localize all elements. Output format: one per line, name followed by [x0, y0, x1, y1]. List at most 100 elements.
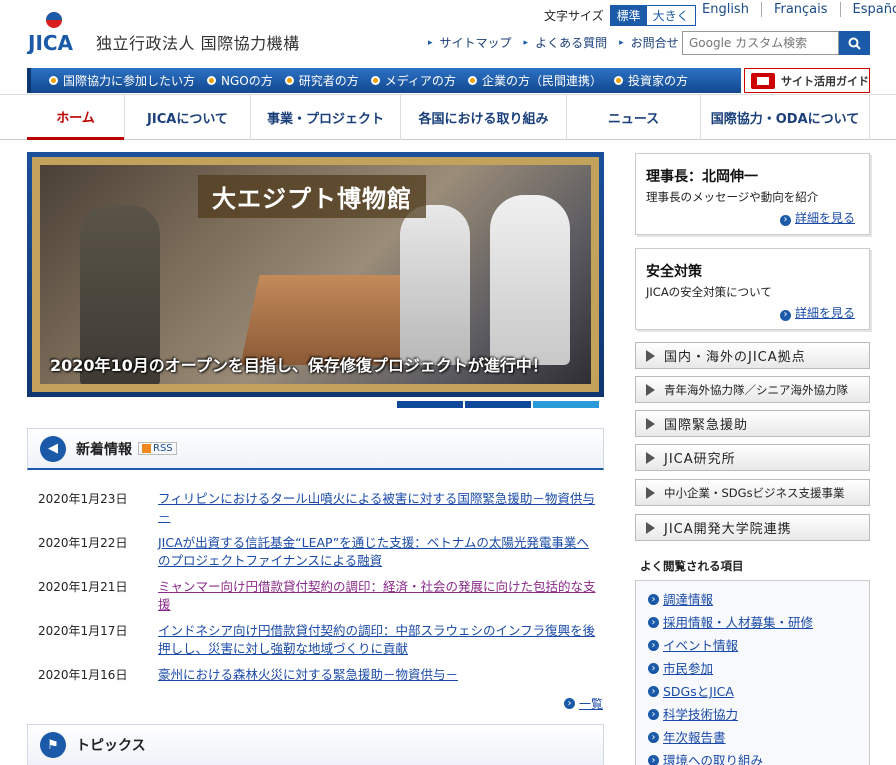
- president-box[interactable]: 理事長：北岡伸一 理事長のメッセージや動向を紹介 詳細を見る: [635, 153, 870, 235]
- language-links: English Français Español: [690, 2, 896, 17]
- hero-carousel[interactable]: 大エジプト博物館 2020年10月のオープンを目指し、保存修復プロジェクトが進行…: [27, 152, 604, 397]
- jica-logo[interactable]: JICA: [26, 10, 82, 55]
- safety-box[interactable]: 安全対策 JICAの安全対策について 詳細を見る: [635, 248, 870, 330]
- safety-detail-link[interactable]: 詳細を見る: [780, 304, 855, 321]
- hero-caption: 2020年10月のオープンを目指し、保存修復プロジェクトが進行中！: [50, 356, 548, 375]
- audience-item-business[interactable]: 企業の方（民間連携）: [467, 72, 602, 89]
- nav-oda[interactable]: 国際協力・ODAについて: [700, 95, 870, 140]
- audience-item-researcher[interactable]: 研究者の方: [284, 72, 359, 89]
- faq-link[interactable]: よくある質問: [524, 34, 607, 51]
- frequent-link[interactable]: 環境への取り組み: [648, 752, 857, 765]
- search-box: [682, 31, 870, 55]
- news-link[interactable]: 豪州における森林火災に対する緊急援助－物資供与－: [158, 666, 458, 684]
- org-name: 独立行政法人 国際協力機構: [96, 34, 300, 53]
- news-date: 2020年1月21日: [38, 580, 128, 594]
- audience-nav: 国際協力に参加したい方 NGOの方 研究者の方 メディアの方 企業の方（民間連携…: [27, 68, 741, 93]
- news-item: 2020年1月21日 ミャンマー向け円借款貸付契約の調印：経済・社会の発展に向け…: [38, 578, 600, 614]
- news-more-link[interactable]: 一覧: [564, 695, 603, 712]
- bullet-icon: [370, 76, 380, 85]
- audience-item-ngo[interactable]: NGOの方: [207, 72, 273, 89]
- bullet-icon: [49, 76, 58, 85]
- news-item: 2020年1月22日 JICAが出資する信託基金“LEAP”を通じた支援：ベトナ…: [38, 534, 600, 570]
- carousel-dot[interactable]: [465, 401, 531, 408]
- topics-header: ⚑ トピックス: [27, 724, 604, 765]
- font-size-large-button[interactable]: 大きく: [646, 6, 695, 25]
- sitemap-link[interactable]: サイトマップ: [428, 34, 512, 51]
- search-icon: [848, 37, 861, 50]
- rss-link[interactable]: RSS: [138, 442, 177, 455]
- topics-heading: トピックス: [76, 738, 146, 754]
- font-size-switcher: 文字サイズ 標準 大きく: [544, 5, 696, 26]
- frequent-link[interactable]: 科学技術協力: [648, 706, 857, 723]
- news-date: 2020年1月23日: [38, 492, 128, 506]
- lang-spanish-link[interactable]: Español: [839, 2, 896, 17]
- bullet-icon: [207, 76, 217, 85]
- news-link[interactable]: ミャンマー向け円借款貸付契約の調印：経済・社会の発展に向けた包括的な支援: [158, 578, 600, 614]
- news-link[interactable]: フィリピンにおけるタール山噴火による被害に対する国際緊急援助－物資供与－: [158, 490, 600, 526]
- news-item: 2020年1月17日 インドネシア向け円借款貸付契約の調印：中部スラウェシのイン…: [38, 622, 600, 658]
- audience-item-participate[interactable]: 国際協力に参加したい方: [49, 72, 195, 89]
- news-item: 2020年1月16日 豪州における森林火災に対する緊急援助－物資供与－: [38, 666, 600, 684]
- carousel-pager: [397, 401, 601, 408]
- font-size-standard-button[interactable]: 標準: [610, 6, 647, 25]
- hero-title: 大エジプト博物館: [198, 175, 426, 218]
- president-title: 理事長：北岡伸一: [646, 169, 758, 185]
- search-button[interactable]: [839, 31, 870, 55]
- carousel-dot[interactable]: [397, 401, 463, 408]
- frequent-title: よく閲覧される項目: [640, 559, 744, 573]
- president-desc: 理事長のメッセージや動向を紹介: [646, 190, 819, 204]
- safety-title: 安全対策: [646, 264, 702, 280]
- conservator-shape: [490, 195, 570, 365]
- news-item: 2020年1月23日 フィリピンにおけるタール山噴火による被害に対する国際緊急援…: [38, 490, 600, 526]
- bullet-icon: [467, 76, 477, 85]
- frequent-link[interactable]: 採用情報・人材募集・研修: [648, 614, 857, 631]
- bullet-icon: [613, 76, 623, 85]
- frequent-link[interactable]: 市民参加: [648, 660, 857, 677]
- banner-sme-sdgs[interactable]: 中小企業・SDGsビジネス支援事業: [635, 479, 870, 506]
- bullet-icon: [284, 76, 294, 85]
- hero-image: 大エジプト博物館 2020年10月のオープンを目指し、保存修復プロジェクトが進行…: [40, 165, 591, 384]
- nav-countries[interactable]: 各国における取り組み: [400, 95, 566, 140]
- carousel-dot-active[interactable]: [533, 401, 599, 408]
- news-list: 2020年1月23日 フィリピンにおけるタール山噴火による被害に対する国際緊急援…: [38, 490, 600, 692]
- lang-english-link[interactable]: English: [690, 2, 761, 17]
- frequent-link[interactable]: SDGsとJICA: [648, 683, 857, 700]
- book-icon: [751, 72, 775, 89]
- hero-frame: 大エジプト博物館 2020年10月のオープンを目指し、保存修復プロジェクトが進行…: [32, 157, 599, 392]
- lang-french-link[interactable]: Français: [760, 2, 840, 17]
- nav-about[interactable]: JICAについて: [124, 95, 250, 140]
- banner-graduate-school[interactable]: JICA開発大学院連携: [635, 514, 870, 541]
- nav-projects[interactable]: 事業・プロジェクト: [250, 95, 400, 140]
- news-link[interactable]: インドネシア向け円借款貸付契約の調印：中部スラウェシのインフラ復興を後押しし、災…: [158, 622, 600, 658]
- frequent-link[interactable]: 調達情報: [648, 591, 857, 608]
- banner-emergency-relief[interactable]: 国際緊急援助: [635, 410, 870, 437]
- search-input[interactable]: [682, 31, 839, 55]
- nav-news[interactable]: ニュース: [566, 95, 700, 140]
- frequent-link[interactable]: イベント情報: [648, 637, 857, 654]
- banner-research-institute[interactable]: JICA研究所: [635, 444, 870, 471]
- news-heading: 新着情報: [76, 441, 132, 458]
- utility-links: サイトマップ よくある質問 お問合せ: [428, 34, 691, 51]
- logo-text: JICA: [26, 31, 74, 54]
- conservator-shape: [400, 205, 470, 365]
- news-date: 2020年1月17日: [38, 624, 128, 638]
- megaphone-icon: ◀: [40, 435, 66, 462]
- contact-link[interactable]: お問合せ: [619, 34, 679, 51]
- audience-item-media[interactable]: メディアの方: [370, 72, 456, 89]
- safety-desc: JICAの安全対策について: [646, 285, 772, 299]
- nav-home[interactable]: ホーム: [27, 95, 124, 140]
- news-link[interactable]: JICAが出資する信託基金“LEAP”を通じた支援：ベトナムの太陽光発電事業への…: [158, 534, 600, 570]
- audience-item-investor[interactable]: 投資家の方: [613, 72, 688, 89]
- news-date: 2020年1月16日: [38, 668, 128, 682]
- frequent-list: 調達情報 採用情報・人材募集・研修 イベント情報 市民参加 SDGsとJICA …: [635, 580, 870, 765]
- news-date: 2020年1月22日: [38, 536, 128, 550]
- banner-volunteers[interactable]: 青年海外協力隊／シニア海外協力隊: [635, 376, 870, 403]
- banner-jica-offices[interactable]: 国内・海外のJICA拠点: [635, 342, 870, 369]
- news-header: ◀ 新着情報 RSS: [27, 428, 604, 470]
- font-size-label: 文字サイズ: [544, 9, 604, 23]
- frequent-link[interactable]: 年次報告書: [648, 729, 857, 746]
- site-guide-button[interactable]: サイト活用ガイド: [744, 68, 870, 93]
- president-detail-link[interactable]: 詳細を見る: [780, 209, 855, 226]
- main-nav: ホーム JICAについて 事業・プロジェクト 各国における取り組み ニュース 国…: [0, 94, 896, 140]
- flag-icon: ⚑: [40, 732, 66, 758]
